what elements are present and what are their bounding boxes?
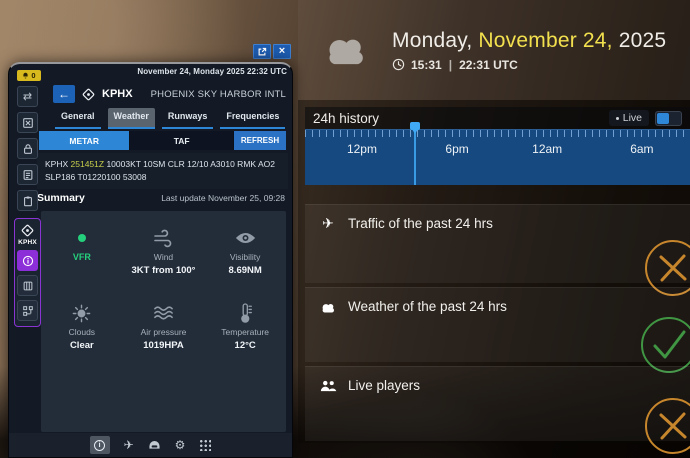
alert-count-badge[interactable]: 0 <box>17 70 41 81</box>
metar-taf-switch: METAR TAF REFRESH <box>39 131 286 150</box>
cloud-icon <box>319 298 337 314</box>
history-timeline[interactable]: 12pm 6pm 12am 6am <box>305 129 690 185</box>
timeline-tick-label: 6pm <box>445 142 468 156</box>
screen: Monday, November 24, 2025 15:31 | 22:31 … <box>0 0 690 458</box>
cloud-icon <box>322 33 372 67</box>
live-dot-icon <box>616 117 619 120</box>
wind-icon <box>123 225 205 251</box>
cargo-box-icon[interactable] <box>17 112 38 133</box>
time-weather-panel: Monday, November 24, 2025 15:31 | 22:31 … <box>298 0 690 443</box>
alert-bell-icon <box>22 72 29 79</box>
airport-name: PHOENIX SKY HARBOR INTL <box>151 89 286 100</box>
clock-icon <box>392 58 405 71</box>
date-text: Monday, November 24, 2025 <box>392 29 666 53</box>
back-button[interactable]: ← <box>53 85 75 103</box>
history-header: 24h history Live <box>305 107 690 129</box>
section-traffic[interactable]: ✈ Traffic of the past 24 hrs <box>305 204 690 283</box>
airport-tabs: General Weather Runways Frequencies <box>55 108 286 129</box>
clipboard-icon[interactable] <box>17 190 38 211</box>
weather-summary-card: VFR Wind 3KT from 100° <box>41 211 286 432</box>
apps-grid-icon[interactable] <box>199 439 211 451</box>
eye-icon <box>204 225 286 251</box>
summary-clouds: Clouds Clear <box>41 300 123 351</box>
utc-time: 22:31 UTC <box>459 58 518 72</box>
sun-icon <box>41 300 123 326</box>
timeline-marker-pin[interactable] <box>410 122 420 130</box>
tab-runways[interactable]: Runways <box>162 108 214 129</box>
summary-pressure: Air pressure 1019HPA <box>123 300 205 351</box>
timeline-tick-label: 12pm <box>347 142 377 156</box>
settings-gear-icon[interactable]: ⚙ <box>175 439 186 451</box>
flight-rules-value: VFR <box>41 252 123 262</box>
tab-weather[interactable]: Weather <box>108 108 155 129</box>
section-label: Weather of the past 24 hrs <box>348 299 507 314</box>
live-chip: Live <box>609 110 649 126</box>
section-label: Traffic of the past 24 hrs <box>348 216 493 231</box>
arrows-swap-icon[interactable]: ⇄ <box>17 86 38 107</box>
runway-icon[interactable] <box>17 275 38 296</box>
section-weather[interactable]: Weather of the past 24 hrs <box>305 287 690 362</box>
refresh-button[interactable]: REFRESH <box>234 131 286 150</box>
lock-icon[interactable] <box>17 138 38 159</box>
info-tab-icon[interactable]: i <box>90 436 110 454</box>
pressure-waves-icon <box>123 300 205 326</box>
history-panel: 24h history Live 12pm 6pm 12am 6am ✈ Tra… <box>298 100 690 443</box>
sidebar-airport-label: KPHX <box>18 239 37 246</box>
taf-button[interactable]: TAF <box>130 131 233 150</box>
procedures-icon[interactable] <box>17 300 38 321</box>
date-highlight: November 24, <box>478 29 612 52</box>
metar-report: KPHX 251451Z 10003KT 10SM CLR 12/10 A301… <box>37 153 288 189</box>
summary-temperature: Temperature 12°C <box>204 300 286 351</box>
status-x-icon <box>642 395 690 457</box>
summary-visibility: Visibility 8.69NM <box>204 225 286 276</box>
thermometer-icon <box>204 300 286 326</box>
section-label: Live players <box>348 378 420 393</box>
date-header: Monday, November 24, 2025 15:31 | 22:31 … <box>298 0 690 100</box>
metar-time: 251451Z <box>71 159 105 169</box>
popout-icon[interactable] <box>253 44 271 59</box>
sidebar-dock: 0 ⇄ <box>12 70 41 327</box>
time-text: 15:31 | 22:31 UTC <box>392 58 666 72</box>
people-icon <box>319 377 337 393</box>
plane-icon[interactable]: ✈ <box>124 439 134 451</box>
vfr-dot-icon <box>78 234 86 242</box>
pilot-helmet-icon[interactable] <box>148 439 161 451</box>
tab-frequencies[interactable]: Frequencies <box>220 108 285 129</box>
summary-wind: Wind 3KT from 100° <box>123 225 205 276</box>
tab-general[interactable]: General <box>55 108 101 129</box>
summary-flight-rules: VFR <box>41 225 123 276</box>
local-time: 15:31 <box>411 58 442 72</box>
timeline-ticks <box>305 130 690 137</box>
airport-diamond-icon <box>20 223 35 238</box>
close-icon[interactable]: × <box>273 44 291 59</box>
airport-title-row: ← KPHX PHOENIX SKY HARBOR INTL <box>53 81 286 107</box>
timeline-tick-label: 12am <box>532 142 562 156</box>
timeline-marker-line <box>414 130 416 185</box>
window-controls: × <box>253 44 291 59</box>
airport-diamond-icon <box>81 87 96 102</box>
tablet-bottom-bar: i ✈ ⚙ <box>9 433 292 457</box>
plane-icon: ✈ <box>319 215 337 232</box>
timeline-tick-label: 6am <box>630 142 653 156</box>
airport-info-icon[interactable] <box>17 250 38 271</box>
status-datetime: November 24, Monday 2025 22:32 UTC <box>39 67 287 81</box>
live-toggle[interactable] <box>655 111 682 126</box>
airport-info-panel: November 24, Monday 2025 22:32 UTC ← KPH… <box>8 62 293 458</box>
kphx-widget-group: KPHX <box>14 218 41 327</box>
airport-code: KPHX <box>102 88 133 100</box>
section-live-players[interactable]: Live players <box>305 366 690 441</box>
document-icon[interactable] <box>17 164 38 185</box>
live-toggle-knob[interactable] <box>657 113 669 124</box>
history-title: 24h history <box>313 111 379 126</box>
metar-button[interactable]: METAR <box>39 131 129 150</box>
summary-title: Summary <box>37 192 85 204</box>
last-update: Last update November 25, 09:28 <box>161 193 285 203</box>
